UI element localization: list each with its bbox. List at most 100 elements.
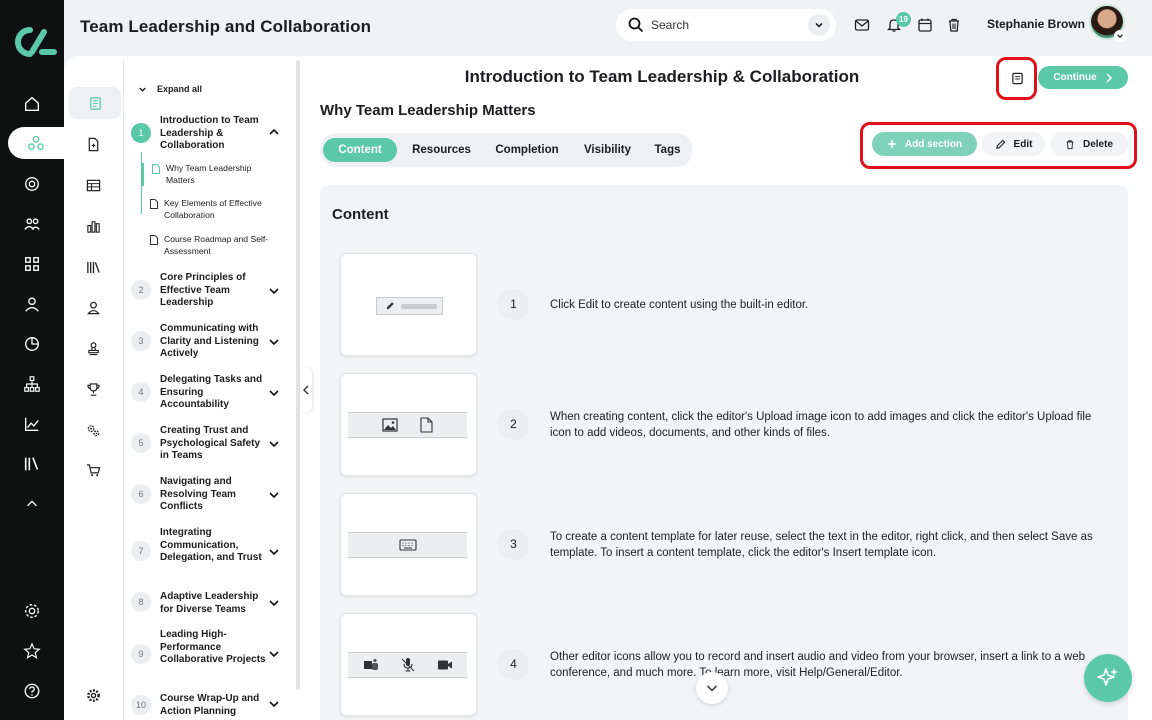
trophy-icon[interactable] — [82, 378, 104, 400]
app-title: Team Leadership and Collaboration — [80, 17, 372, 36]
chevron-up-icon[interactable] — [20, 492, 44, 516]
tab-content[interactable]: Content — [323, 138, 397, 162]
chevron-right-icon — [1106, 72, 1112, 83]
course-settings-icon[interactable] — [82, 684, 104, 706]
outline-item[interactable]: Key Elements of Effective Collaboration — [150, 198, 290, 221]
tab-visibility[interactable]: Visibility — [577, 138, 638, 162]
scroll-down-button[interactable] — [696, 672, 728, 704]
chevron-down-icon[interactable] — [268, 648, 280, 660]
module-title[interactable]: Leading High-Performance Collaborative P… — [160, 629, 270, 667]
module-title[interactable]: Course Wrap-Up and Action Planning — [160, 693, 270, 718]
step-text: When creating content, click the editor'… — [550, 411, 1092, 439]
groups-icon[interactable] — [20, 212, 44, 236]
document-icon — [150, 235, 158, 245]
outline-item-selected[interactable]: Why Team Leadership Matters — [142, 163, 282, 186]
chevron-down-icon[interactable] — [1114, 30, 1126, 42]
chevron-left-icon — [303, 385, 309, 395]
user-icon[interactable] — [20, 292, 44, 316]
target-icon[interactable] — [20, 172, 44, 196]
chevron-down-icon — [706, 685, 718, 692]
notification-badge: 19 — [896, 12, 911, 27]
user-name[interactable]: Stephanie Brown — [987, 17, 1085, 31]
editor-illustration — [376, 297, 443, 315]
hierarchy-icon[interactable] — [20, 372, 44, 396]
continue-button[interactable]: Continue — [1038, 66, 1128, 89]
chevron-down-icon[interactable] — [268, 698, 280, 710]
content-heading: Content — [332, 206, 389, 223]
brand-logo[interactable] — [8, 22, 58, 62]
edit-button[interactable]: Edit — [982, 132, 1045, 156]
line-chart-icon[interactable] — [20, 412, 44, 436]
settings-icon[interactable] — [20, 599, 44, 623]
chevron-down-icon[interactable] — [268, 597, 280, 609]
search-box[interactable]: Search — [616, 9, 836, 41]
chevron-down-icon[interactable] — [268, 438, 280, 450]
help-icon[interactable] — [20, 679, 44, 703]
grid-icon[interactable] — [20, 252, 44, 276]
collapse-outline-button[interactable] — [300, 368, 312, 412]
pie-chart-icon[interactable] — [20, 332, 44, 356]
course-outline: Expand all 1 Introduction to Team Leader… — [124, 60, 296, 720]
tab-resources[interactable]: Resources — [405, 138, 478, 162]
outline-item[interactable]: Course Roadmap and Self-Assessment — [150, 234, 290, 257]
step-illustration — [340, 373, 477, 476]
gears-icon[interactable] — [82, 419, 104, 441]
chevron-down-icon — [139, 87, 146, 92]
search-input[interactable]: Search — [651, 18, 689, 32]
step-illustration — [340, 253, 477, 356]
mail-icon[interactable] — [854, 17, 870, 33]
expand-all-button[interactable]: Expand all — [138, 84, 202, 94]
page-title: Introduction to Team Leadership & Collab… — [464, 67, 860, 86]
library-icon[interactable] — [20, 452, 44, 476]
courses-icon[interactable] — [8, 127, 64, 159]
app-rail — [0, 0, 64, 720]
chevron-down-icon[interactable] — [268, 336, 280, 348]
home-icon[interactable] — [20, 92, 44, 116]
module-title[interactable]: Delegating Tasks and Ensuring Accountabi… — [160, 374, 270, 412]
toolbar-illustration — [348, 532, 467, 558]
document-icon — [150, 199, 158, 209]
module-number: 7 — [131, 541, 151, 561]
stamp-icon[interactable] — [82, 337, 104, 359]
chevron-down-icon[interactable] — [808, 14, 830, 36]
module-number: 9 — [131, 644, 151, 664]
sparkle-icon — [1097, 668, 1118, 686]
edit-label: Edit — [1013, 138, 1033, 150]
toolbar-illustration — [348, 412, 467, 438]
tab-tags[interactable]: Tags — [647, 138, 688, 162]
add-section-button[interactable]: Add section — [872, 132, 977, 156]
books-icon[interactable] — [82, 256, 104, 278]
chevron-down-icon[interactable] — [268, 546, 280, 558]
delete-button[interactable]: Delete — [1050, 132, 1128, 156]
notes-icon[interactable] — [1005, 66, 1029, 90]
module-title[interactable]: Integrating Communication, Delegation, a… — [160, 527, 270, 565]
trash-icon[interactable] — [946, 17, 962, 33]
teams-icon — [363, 658, 378, 670]
document-icon[interactable] — [82, 133, 104, 155]
chevron-down-icon[interactable] — [268, 285, 280, 297]
person-icon[interactable] — [82, 296, 104, 318]
step-text: Other editor icons allow you to record a… — [550, 651, 1086, 679]
module-title[interactable]: Core Principles of Effective Team Leader… — [160, 272, 270, 310]
module-number: 2 — [131, 280, 151, 300]
star-icon[interactable] — [20, 639, 44, 663]
file-icon — [420, 417, 433, 433]
chevron-down-icon[interactable] — [268, 387, 280, 399]
cart-icon[interactable] — [82, 459, 104, 481]
chevron-up-icon[interactable] — [268, 126, 280, 138]
module-title[interactable]: Communicating with Clarity and Listening… — [160, 323, 270, 361]
step-illustration — [340, 493, 477, 596]
outline-icon[interactable] — [69, 87, 121, 119]
module-title[interactable]: Introduction to Team Leadership & Collab… — [160, 115, 270, 153]
delete-label: Delete — [1082, 138, 1113, 150]
module-title[interactable]: Navigating and Resolving Team Conflicts — [160, 476, 270, 514]
ai-assistant-button[interactable] — [1084, 654, 1132, 702]
module-title[interactable]: Adaptive Leadership for Diverse Teams — [160, 591, 270, 616]
calendar-icon[interactable] — [917, 17, 933, 33]
module-title[interactable]: Creating Trust and Psychological Safety … — [160, 425, 270, 463]
chevron-down-icon[interactable] — [268, 489, 280, 501]
table-icon[interactable] — [82, 174, 104, 196]
bar-chart-icon[interactable] — [82, 215, 104, 237]
expand-all-label: Expand all — [157, 84, 203, 94]
tab-completion[interactable]: Completion — [487, 138, 567, 162]
